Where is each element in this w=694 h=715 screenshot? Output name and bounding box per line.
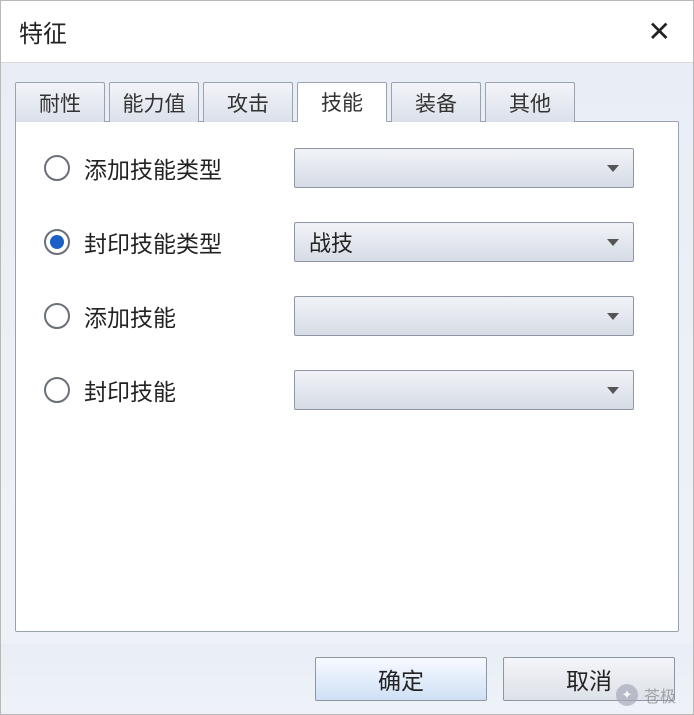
- dialog-title: 特征: [19, 14, 67, 49]
- titlebar: 特征 ✕: [1, 1, 693, 63]
- cancel-button[interactable]: 取消: [503, 657, 675, 701]
- button-label: 确定: [378, 662, 424, 696]
- button-bar: 确定 取消: [1, 644, 693, 714]
- dropdown-value: 战技: [309, 226, 353, 258]
- ok-button[interactable]: 确定: [315, 657, 487, 701]
- dropdown-add-skill[interactable]: [294, 296, 634, 336]
- radio-label: 封印技能类型: [84, 225, 294, 259]
- button-label: 取消: [566, 662, 612, 696]
- chevron-down-icon: [607, 313, 619, 320]
- tab-skill[interactable]: 技能: [297, 82, 387, 122]
- tab-other[interactable]: 其他: [485, 82, 575, 122]
- tab-panel-skill: 添加技能类型 封印技能类型 战技 添加技能: [15, 121, 679, 632]
- tab-bar: 耐性 能力值 攻击 技能 装备 其他: [15, 81, 679, 121]
- radio-add-skill-type[interactable]: [44, 155, 70, 181]
- chevron-down-icon: [607, 165, 619, 172]
- option-row-add-skill: 添加技能: [44, 294, 650, 338]
- option-row-seal-skill-type: 封印技能类型 战技: [44, 220, 650, 264]
- close-icon[interactable]: ✕: [642, 14, 677, 50]
- radio-seal-skill-type[interactable]: [44, 229, 70, 255]
- tab-resistance[interactable]: 耐性: [15, 82, 105, 122]
- tab-attack[interactable]: 攻击: [203, 82, 293, 122]
- radio-add-skill[interactable]: [44, 303, 70, 329]
- tab-label: 能力值: [123, 88, 186, 118]
- radio-label: 添加技能: [84, 299, 294, 333]
- tab-label: 其他: [509, 88, 551, 118]
- tab-equip[interactable]: 装备: [391, 82, 481, 122]
- tab-label: 装备: [415, 88, 457, 118]
- dropdown-seal-skill[interactable]: [294, 370, 634, 410]
- tab-label: 攻击: [227, 88, 269, 118]
- option-row-seal-skill: 封印技能: [44, 368, 650, 412]
- chevron-down-icon: [607, 387, 619, 394]
- content-area: 耐性 能力值 攻击 技能 装备 其他 添加技能类型 封印技能类型 战技: [1, 63, 693, 644]
- tab-stats[interactable]: 能力值: [109, 82, 199, 122]
- tab-label: 耐性: [39, 88, 81, 118]
- dropdown-add-skill-type[interactable]: [294, 148, 634, 188]
- tab-label: 技能: [321, 87, 363, 117]
- option-row-add-skill-type: 添加技能类型: [44, 146, 650, 190]
- dialog-window: 特征 ✕ 耐性 能力值 攻击 技能 装备 其他 添加技能类型 封印技能类型: [0, 0, 694, 715]
- radio-label: 添加技能类型: [84, 151, 294, 185]
- radio-label: 封印技能: [84, 373, 294, 407]
- radio-seal-skill[interactable]: [44, 377, 70, 403]
- chevron-down-icon: [607, 239, 619, 246]
- dropdown-seal-skill-type[interactable]: 战技: [294, 222, 634, 262]
